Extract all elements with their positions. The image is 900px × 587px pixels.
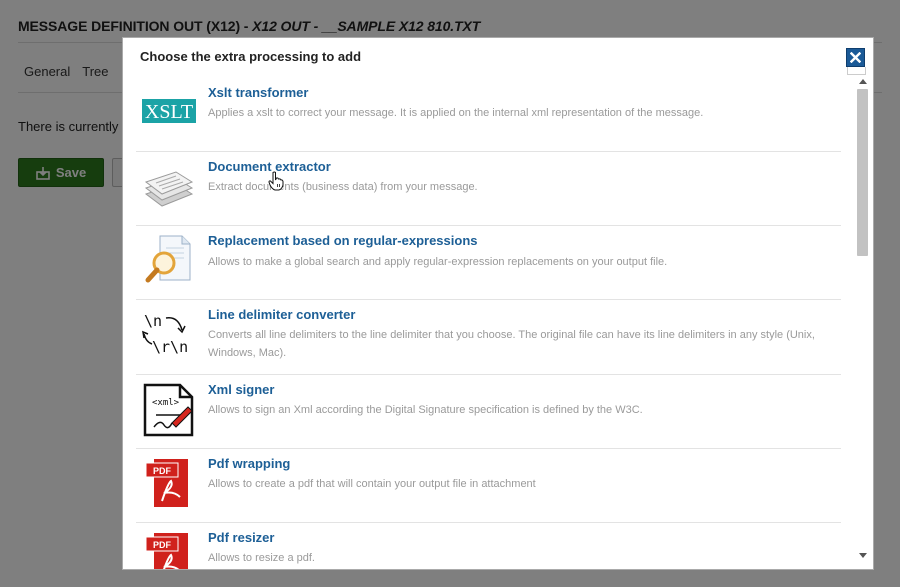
svg-text:\n: \n xyxy=(144,312,162,330)
xml-sign-icon: <xml> xyxy=(142,383,196,441)
line-delimiter-icon: \n \r\n xyxy=(142,308,196,366)
item-name: Pdf wrapping xyxy=(208,456,291,471)
list-item-regex-replacement[interactable]: Replacement based on regular-expressions… xyxy=(136,226,841,300)
list-item-line-delimiter-converter[interactable]: \n \r\n Line delimiter converter Convert… xyxy=(136,300,841,375)
item-name: Line delimiter converter xyxy=(208,307,356,322)
pdf-icon: PDF xyxy=(142,531,196,569)
close-button-shadow xyxy=(847,67,866,75)
svg-text:PDF: PDF xyxy=(153,466,172,476)
item-name: Xml signer xyxy=(208,382,275,397)
list-item-pdf-resizer[interactable]: PDF Pdf resizer Allows to resize a pdf. xyxy=(136,523,841,569)
scroll-up-arrow-icon[interactable] xyxy=(857,76,869,86)
dialog-title: Choose the extra processing to add xyxy=(140,49,362,64)
item-name: Replacement based on regular-expressions xyxy=(208,233,478,248)
item-description: Extract documents (business data) from y… xyxy=(208,181,478,193)
item-name: Pdf resizer xyxy=(208,530,275,545)
list-item-xslt-transformer[interactable]: XSLT Xslt transformer Applies a xslt to … xyxy=(136,78,841,152)
item-description: Converts all line delimiters to the line… xyxy=(208,329,815,359)
item-name: Xslt transformer xyxy=(208,85,309,100)
processing-list: XSLT Xslt transformer Applies a xslt to … xyxy=(136,78,842,569)
svg-text:\r\n: \r\n xyxy=(152,338,188,356)
svg-text:<xml>: <xml> xyxy=(152,398,180,408)
item-description: Allows to make a global search and apply… xyxy=(208,256,668,268)
item-description: Applies a xslt to correct your message. … xyxy=(208,107,704,119)
list-item-xml-signer[interactable]: <xml> Xml signer Allows to sign an Xml a… xyxy=(136,375,841,449)
item-description: Allows to sign an Xml according the Digi… xyxy=(208,404,643,416)
item-description: Allows to resize a pdf. xyxy=(208,552,315,564)
xslt-icon: XSLT xyxy=(142,86,196,144)
close-icon xyxy=(850,52,861,63)
documents-stack-icon xyxy=(142,160,196,218)
close-button[interactable] xyxy=(846,48,865,67)
magnifier-document-icon xyxy=(142,234,196,292)
scroll-down-arrow-icon[interactable] xyxy=(857,550,869,560)
extra-processing-dialog: Choose the extra processing to add XSLT … xyxy=(122,37,874,570)
item-description: Allows to create a pdf that will contain… xyxy=(208,478,536,490)
hand-cursor-icon xyxy=(268,171,284,196)
scrollbar-thumb[interactable] xyxy=(857,89,868,256)
list-item-document-extractor[interactable]: Document extractor Extract documents (bu… xyxy=(136,152,841,226)
svg-text:XSLT: XSLT xyxy=(145,101,193,123)
pdf-icon: PDF xyxy=(142,457,196,515)
list-item-pdf-wrapping[interactable]: PDF Pdf wrapping Allows to create a pdf … xyxy=(136,449,841,523)
svg-text:PDF: PDF xyxy=(153,540,172,550)
